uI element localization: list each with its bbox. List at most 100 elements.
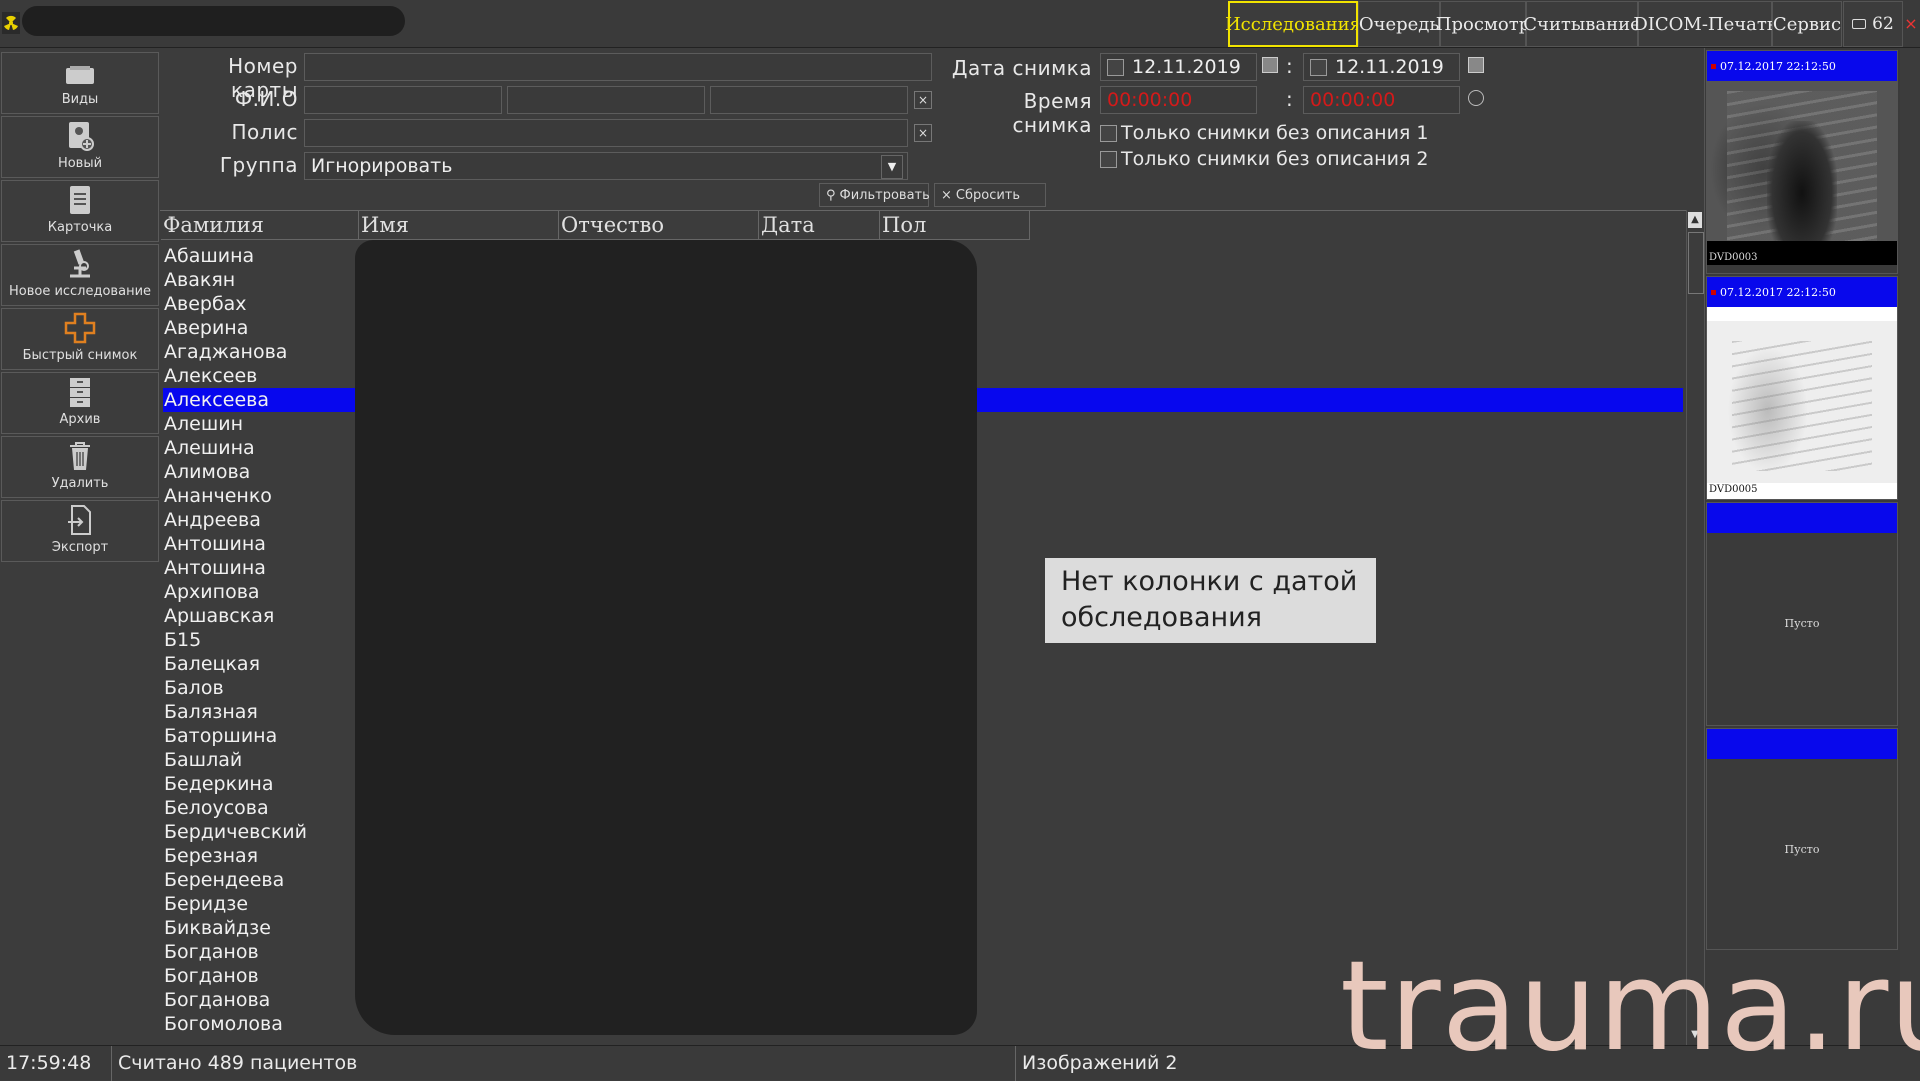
group-select[interactable]: Игнорировать ▼ bbox=[304, 152, 908, 180]
status-message: Считано 489 пациентов bbox=[112, 1046, 1016, 1081]
no-desc-2-option[interactable]: Только снимки без описания 2 bbox=[1100, 148, 1429, 170]
lastname-cell: Алимова bbox=[164, 461, 251, 483]
monitor-icon bbox=[1852, 19, 1867, 29]
time-separator: : bbox=[1286, 87, 1293, 111]
menu-studies[interactable]: Исследования bbox=[1225, 1, 1361, 47]
middle-name-input[interactable] bbox=[710, 86, 908, 114]
calendar-icon[interactable] bbox=[1468, 57, 1484, 73]
time-label: Время снимка bbox=[1012, 89, 1092, 137]
sidebar-item-quick-shot[interactable]: Быстрый снимок bbox=[1, 308, 159, 370]
redacted-title bbox=[22, 6, 405, 36]
filter-button[interactable]: ⚲ Фильтровать bbox=[819, 183, 930, 207]
lastname-cell: Бедеркина bbox=[164, 773, 274, 795]
tooltip-line: Нет колонки с датой bbox=[1061, 566, 1358, 597]
thumbnail-4[interactable]: Пусто bbox=[1706, 728, 1898, 950]
sidebar-item-archive[interactable]: Архив bbox=[1, 372, 159, 434]
lastname-cell: Беридзе bbox=[164, 893, 249, 915]
thumbnail-header: 07.12.2017 22:12:50 bbox=[1707, 51, 1897, 81]
date-to-checkbox[interactable] bbox=[1310, 58, 1327, 76]
status-dot-icon bbox=[1711, 289, 1716, 295]
column-header-birthdate[interactable]: Дата рожд bbox=[759, 210, 880, 267]
lastname-cell: Антошина bbox=[164, 557, 266, 579]
lastname-cell: Богданов bbox=[164, 941, 259, 963]
fio-label: Ф.И.О bbox=[234, 87, 298, 111]
no-desc-2-checkbox[interactable] bbox=[1100, 150, 1117, 168]
thumbnail-caption: DVD0005 bbox=[1709, 484, 1758, 495]
scroll-thumb[interactable] bbox=[1688, 232, 1704, 294]
status-time: 17:59:48 bbox=[0, 1046, 112, 1081]
lastname-cell: Балов bbox=[164, 677, 224, 699]
sidebar-item-label: Быстрый снимок bbox=[22, 348, 138, 363]
date-to-field[interactable]: 12.11.2019 bbox=[1303, 53, 1460, 81]
scroll-up-icon[interactable]: ▲ bbox=[1688, 212, 1702, 228]
menu-reading[interactable]: Считывание bbox=[1523, 1, 1641, 47]
date-separator: : bbox=[1286, 54, 1293, 78]
sidebar-item-new-study[interactable]: Новое исследование bbox=[1, 244, 159, 306]
reset-button[interactable]: × Сбросить bbox=[934, 183, 1046, 207]
radiation-logo-icon bbox=[2, 12, 20, 34]
lastname-cell: Башлай bbox=[164, 749, 243, 771]
no-desc-1-checkbox[interactable] bbox=[1100, 124, 1117, 142]
watermark: trauma.ru bbox=[1340, 935, 1920, 1079]
clock-icon[interactable] bbox=[1468, 90, 1484, 106]
xray-image bbox=[1707, 321, 1897, 483]
sidebar-item-export[interactable]: Экспорт bbox=[1, 500, 159, 562]
column-header-firstname[interactable]: Имя bbox=[359, 210, 559, 240]
thumbnail-2[interactable]: 07.12.2017 22:12:50 DVD0005 bbox=[1706, 276, 1898, 500]
column-header-sex[interactable]: Пол bbox=[880, 210, 1030, 240]
policy-input[interactable] bbox=[304, 119, 908, 147]
clear-fio-icon[interactable]: × bbox=[914, 91, 932, 109]
menu-queue[interactable]: Очередь bbox=[1358, 1, 1440, 47]
calendar-icon[interactable] bbox=[1262, 57, 1278, 73]
lastname-cell: Аверина bbox=[164, 317, 249, 339]
lastname-cell: Алексеева bbox=[164, 389, 269, 411]
date-from-checkbox[interactable] bbox=[1107, 58, 1124, 76]
lastname-cell: Архипова bbox=[164, 581, 260, 603]
card-number-input[interactable] bbox=[304, 53, 932, 81]
close-icon[interactable]: × bbox=[1903, 14, 1919, 34]
policy-label: Полис bbox=[231, 120, 298, 144]
close-icon: × bbox=[941, 187, 952, 203]
sidebar-item-card[interactable]: Карточка bbox=[1, 180, 159, 242]
empty-label: Пусто bbox=[1784, 617, 1820, 630]
lastname-cell: Авакян bbox=[164, 269, 236, 291]
group-select-value: Игнорировать bbox=[311, 155, 453, 177]
last-name-input[interactable] bbox=[304, 86, 502, 114]
menu-service[interactable]: Сервис bbox=[1772, 1, 1842, 47]
lastname-cell: Алексеев bbox=[164, 365, 258, 387]
no-desc-1-option[interactable]: Только снимки без описания 1 bbox=[1100, 122, 1429, 144]
menu-dicom-print[interactable]: DICOM-Печать bbox=[1633, 1, 1777, 47]
cross-icon bbox=[64, 312, 96, 344]
sidebar-item-new[interactable]: Новый bbox=[1, 116, 159, 178]
first-name-input[interactable] bbox=[507, 86, 705, 114]
lastname-cell: Берендеева bbox=[164, 869, 285, 891]
lastname-cell: Балецкая bbox=[164, 653, 260, 675]
sidebar-item-views[interactable]: Виды bbox=[1, 52, 159, 114]
date-label: Дата снимка bbox=[951, 56, 1092, 80]
column-header-lastname[interactable]: Фамилия bbox=[161, 210, 359, 240]
lastname-cell: Антошина bbox=[164, 533, 266, 555]
thumbnail-3[interactable]: Пусто bbox=[1706, 502, 1898, 726]
sidebar-item-delete[interactable]: Удалить bbox=[1, 436, 159, 498]
lastname-cell: Алешин bbox=[164, 413, 243, 435]
time-to-input[interactable]: 00:00:00 bbox=[1303, 86, 1460, 114]
lastname-cell: Алешина bbox=[164, 437, 255, 459]
lastname-cell: Белоусова bbox=[164, 797, 269, 819]
export-icon bbox=[68, 505, 91, 535]
empty-label: Пусто bbox=[1784, 843, 1820, 856]
sidebar-item-label: Карточка bbox=[47, 220, 113, 235]
sidebar-item-label: Новый bbox=[57, 156, 103, 171]
lastname-cell: Балязная bbox=[164, 701, 258, 723]
date-from-field[interactable]: 12.11.2019 bbox=[1100, 53, 1257, 81]
lastname-cell: Б15 bbox=[164, 629, 202, 651]
archive-icon bbox=[70, 378, 90, 407]
time-from-input[interactable]: 00:00:00 bbox=[1100, 86, 1257, 114]
clear-policy-icon[interactable]: × bbox=[914, 124, 932, 142]
column-header-middlename[interactable]: Отчество bbox=[559, 210, 759, 240]
thumbnail-header bbox=[1707, 503, 1897, 533]
lastname-cell: Богданова bbox=[164, 989, 271, 1011]
lastname-cell: Богданов bbox=[164, 965, 259, 987]
menu-view[interactable]: Просмотр bbox=[1436, 1, 1530, 47]
vertical-scrollbar[interactable]: ▲ ▼ bbox=[1686, 210, 1704, 1045]
thumbnail-1[interactable]: 07.12.2017 22:12:50 DVD0003 bbox=[1706, 50, 1898, 274]
